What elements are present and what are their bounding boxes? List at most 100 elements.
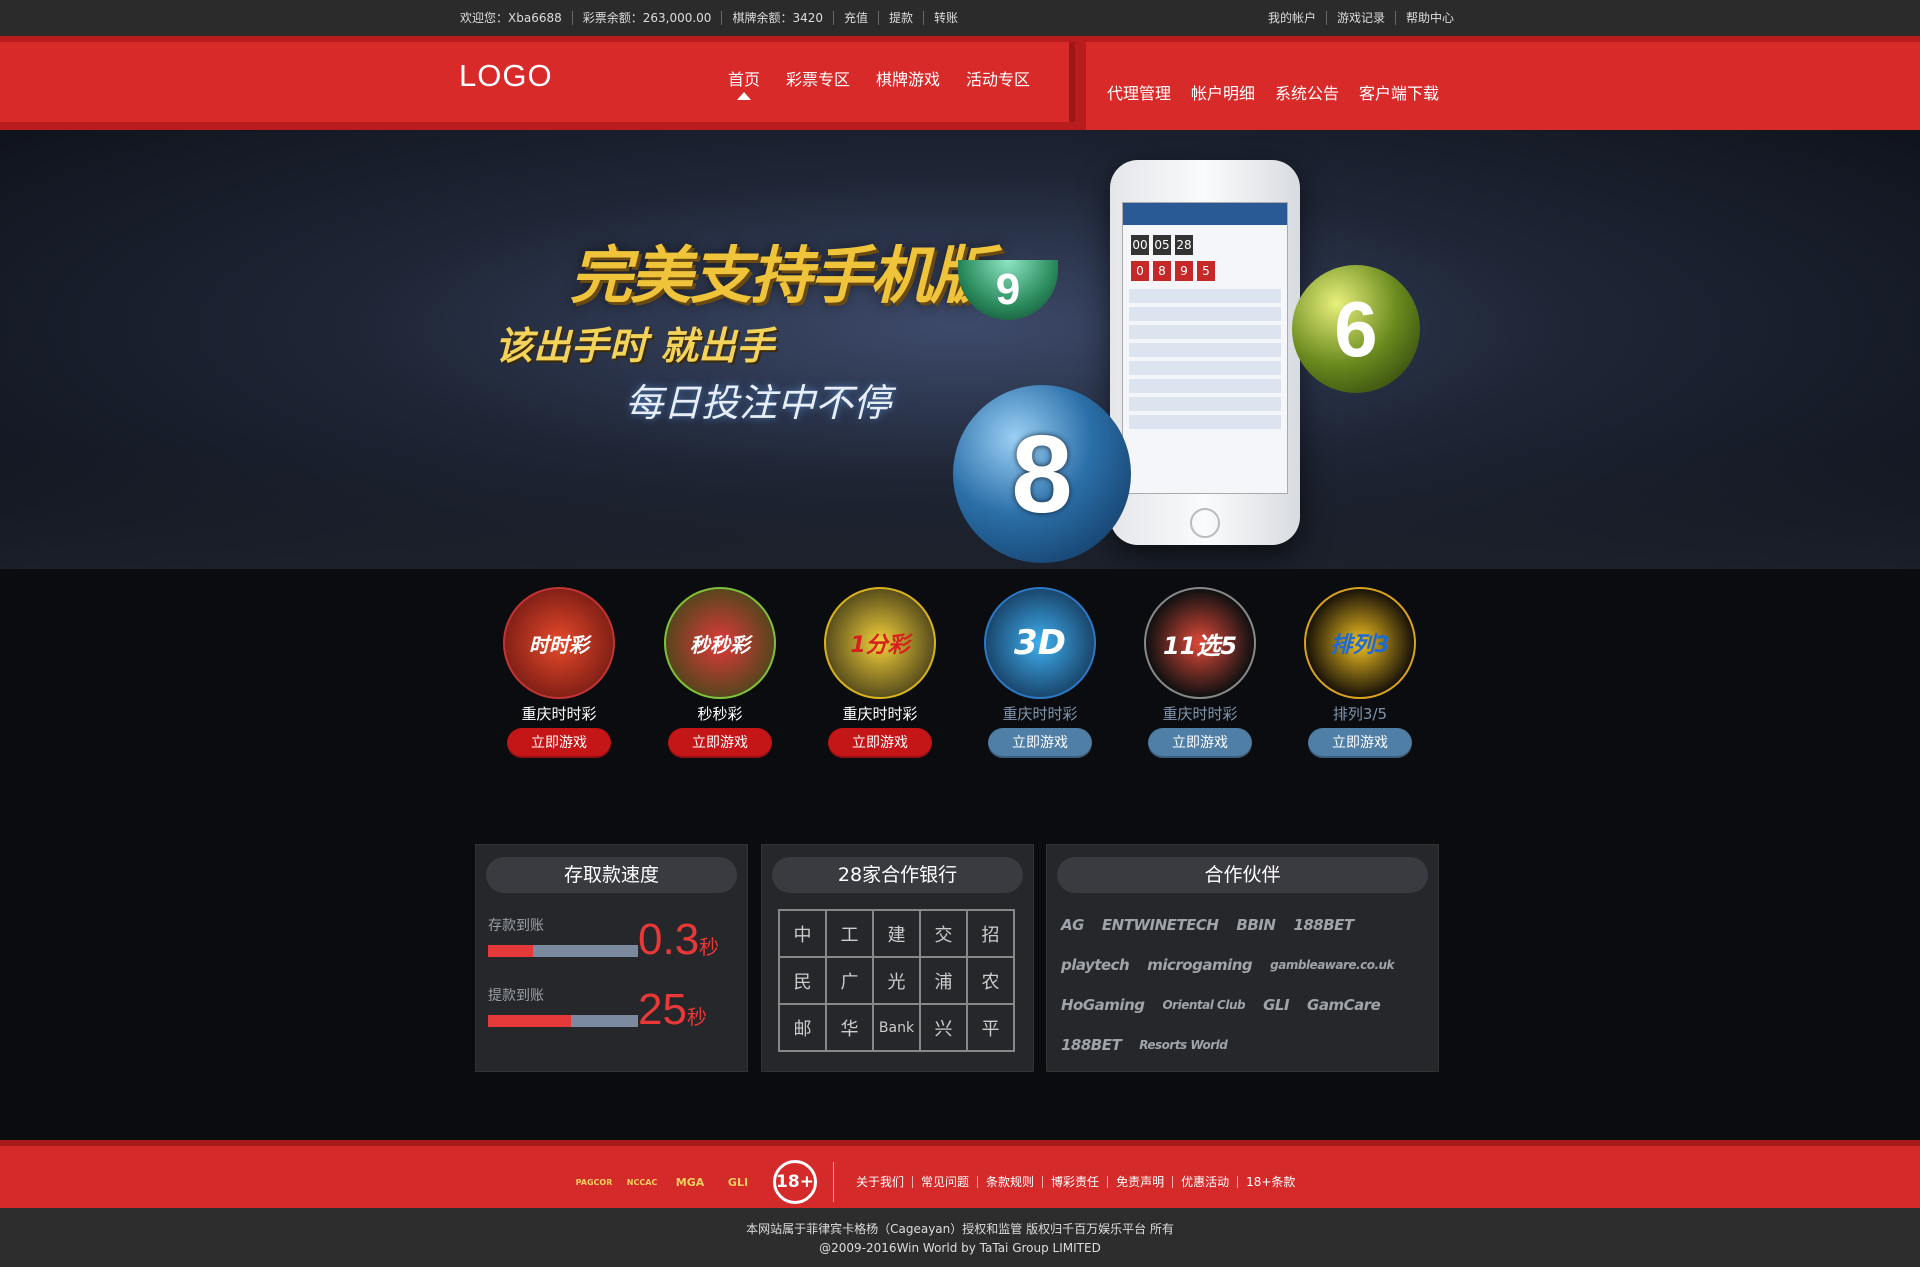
deposit-bar-fill [488,945,533,957]
site-logo[interactable]: LOGO [459,58,553,94]
phone-timer-m: 05 [1153,235,1171,255]
footer-badges: PAGCOR NCCAC MGA GLI 18+ 关于我们 常见问题 条款规则 … [575,1160,1303,1204]
game-card: 秒秒彩 秒秒彩 立即游戏 [660,587,780,758]
phone-screen: 00 05 28 0895 [1122,202,1288,494]
footer-links: 关于我们 常见问题 条款规则 博彩责任 免责声明 优惠活动 18+条款 [848,1176,1303,1188]
chess-balance: 棋牌余额：3420 [722,11,834,25]
withdraw-value: 25秒 [638,985,707,1035]
nav-main-menu: 首页 彩票专区 棋牌游戏 活动专区 [728,66,1056,100]
mga-badge-icon: MGA [675,1175,705,1189]
phone-row [1129,343,1281,357]
bank-logo-icon: 浦 [920,957,967,1004]
my-account-link[interactable]: 我的帐户 [1268,11,1327,25]
game-icon-pl3[interactable]: 排列3 [1304,587,1416,699]
partner-logo: playtech [1061,956,1130,974]
nav-chess-games[interactable]: 棋牌游戏 [876,66,940,90]
nav-lottery[interactable]: 彩票专区 [786,66,850,90]
game-icon-3d[interactable]: 3D [984,587,1096,699]
game-icon-label: 3D [1014,623,1066,663]
nccac-badge-icon: NCCAC [626,1177,658,1187]
game-card: 11选5 重庆时时彩 立即游戏 [1140,587,1260,758]
game-icon-ssc[interactable]: 时时彩 [503,587,615,699]
withdraw-link[interactable]: 提款 [879,11,925,25]
footer-link-responsibility[interactable]: 博彩责任 [1043,1176,1109,1188]
game-name: 重庆时时彩 [521,705,597,723]
deposit-unit: 秒 [699,937,720,959]
play-now-button[interactable]: 立即游戏 [1148,728,1252,758]
phone-row [1129,289,1281,303]
withdraw-value-number: 25 [638,985,687,1034]
nav-home[interactable]: 首页 [728,66,760,100]
nav-announcements[interactable]: 系统公告 [1275,80,1339,104]
nav-account-details[interactable]: 帐户明细 [1191,80,1255,104]
game-icon-11x5[interactable]: 11选5 [1144,587,1256,699]
bank-logo-icon: 民 [779,957,826,1004]
bank-logo-icon: 工 [826,910,873,957]
game-name: 秒秒彩 [697,705,743,723]
deposit-link[interactable]: 充值 [834,11,880,25]
help-center-link[interactable]: 帮助中心 [1396,11,1464,25]
banks-panel-title: 28家合作银行 [772,857,1023,893]
bank-logo-icon: 兴 [920,1004,967,1051]
gli-badge-icon: GLI [727,1175,749,1189]
partner-logo: HoGaming [1061,996,1145,1014]
game-icon-label: 时时彩 [529,632,589,657]
deposit-value-number: 0.3 [638,915,700,964]
game-icon-1fen[interactable]: 1分彩 [824,587,936,699]
play-now-button[interactable]: 立即游戏 [507,728,611,758]
game-list: 时时彩 重庆时时彩 立即游戏 秒秒彩 秒秒彩 立即游戏 1分彩 重庆时时彩 立即… [0,569,1920,769]
partners-panel-title: 合作伙伴 [1057,857,1428,893]
main-nav: LOGO 首页 彩票专区 棋牌游戏 活动专区 代理管理 帐户明细 系统公告 客户… [0,36,1920,130]
game-icon-label: 秒秒彩 [690,632,750,657]
partner-logo: GLI [1263,996,1290,1014]
game-icon-mmc[interactable]: 秒秒彩 [664,587,776,699]
phone-row [1129,325,1281,339]
speed-panel: 存取款速度 存款到账 0.3秒 提款到账 25秒 [475,844,748,1072]
banner-slogan-1: 该出手时 就出手 [495,324,775,368]
nav-agent[interactable]: 代理管理 [1107,80,1171,104]
deposit-value: 0.3秒 [638,915,719,965]
bank-logo-icon: 交 [920,910,967,957]
nav-client-download[interactable]: 客户端下载 [1359,80,1439,104]
phone-timer-h: 00 [1131,235,1149,255]
game-card: 时时彩 重庆时时彩 立即游戏 [499,587,619,758]
bank-logo-grid: 中工建交招民广光浦农邮华 Bank 兴平 [778,909,1015,1052]
account-info: 欢迎您：Xba6688 彩票余额：263,000.00 棋牌余额：3420 充值… [460,11,968,25]
deposit-bar [488,945,638,957]
footer-link-promotions[interactable]: 优惠活动 [1173,1176,1239,1188]
footer-link-about[interactable]: 关于我们 [848,1176,914,1188]
play-now-button[interactable]: 立即游戏 [1308,728,1412,758]
phone-row [1129,307,1281,321]
transfer-link[interactable]: 转账 [924,11,968,25]
bank-logo-icon: 华 [826,1004,873,1051]
nav-promotions[interactable]: 活动专区 [966,66,1030,90]
game-card: 3D 重庆时时彩 立即游戏 [980,587,1100,758]
footer-link-faq[interactable]: 常见问题 [913,1176,979,1188]
partner-logo: 188BET [1061,1036,1122,1054]
footer-link-disclaimer[interactable]: 免责声明 [1108,1176,1174,1188]
footer-link-18plus[interactable]: 18+条款 [1238,1176,1303,1188]
copyright-text: @2009-2016Win World by TaTai Group LIMIT… [819,1241,1101,1255]
footer-link-terms[interactable]: 条款规则 [978,1176,1044,1188]
lottery-balance: 彩票余额：263,000.00 [573,11,723,25]
play-now-button[interactable]: 立即游戏 [828,728,932,758]
phone-row [1129,397,1281,411]
top-bar: 欢迎您：Xba6688 彩票余额：263,000.00 棋牌余额：3420 充值… [0,0,1920,36]
partners-panel: 合作伙伴 AG ENTWINETECH BBIN 188BET playtech micr… [1046,844,1439,1072]
bank-logo-icon: Bank [873,1004,920,1051]
phone-row [1129,415,1281,429]
lottery-ball-6: 6 [1292,265,1420,393]
game-icon-label: 排列3 [1330,633,1390,658]
play-now-button[interactable]: 立即游戏 [988,728,1092,758]
withdraw-unit: 秒 [686,1007,707,1029]
game-name: 排列3/5 [1332,705,1388,723]
banner-slogan-2: 每日投注中不停 [625,381,892,425]
partner-logo: Oriental Club [1162,998,1246,1012]
pagcor-badge-icon: PAGCOR [575,1177,613,1187]
banner-headline: 完美支持手机版 [570,239,992,312]
bank-logo-icon: 邮 [779,1004,826,1051]
hero-banner[interactable]: 完美支持手机版 该出手时 就出手 每日投注中不停 9 00 05 28 0895 8… [0,130,1920,569]
game-history-link[interactable]: 游戏记录 [1327,11,1396,25]
bank-logo-icon: 平 [967,1004,1014,1051]
play-now-button[interactable]: 立即游戏 [668,728,772,758]
